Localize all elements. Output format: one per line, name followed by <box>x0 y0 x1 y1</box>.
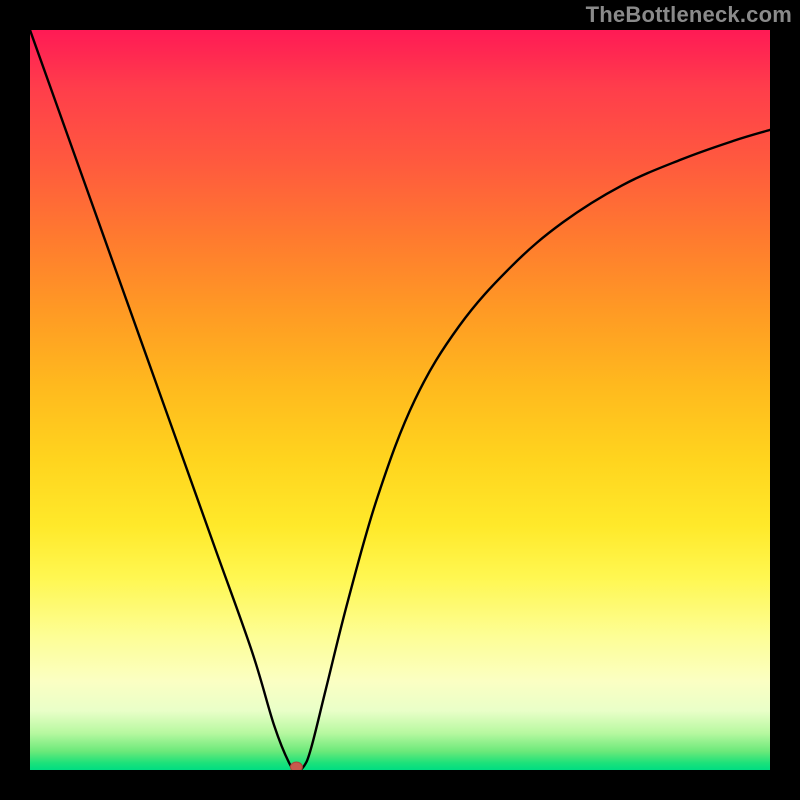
watermark-text: TheBottleneck.com <box>586 2 792 28</box>
curve-layer <box>30 30 770 770</box>
curve-minimum-dot <box>290 762 302 770</box>
bottleneck-curve <box>30 30 770 770</box>
plot-area <box>30 30 770 770</box>
chart-container: TheBottleneck.com <box>0 0 800 800</box>
